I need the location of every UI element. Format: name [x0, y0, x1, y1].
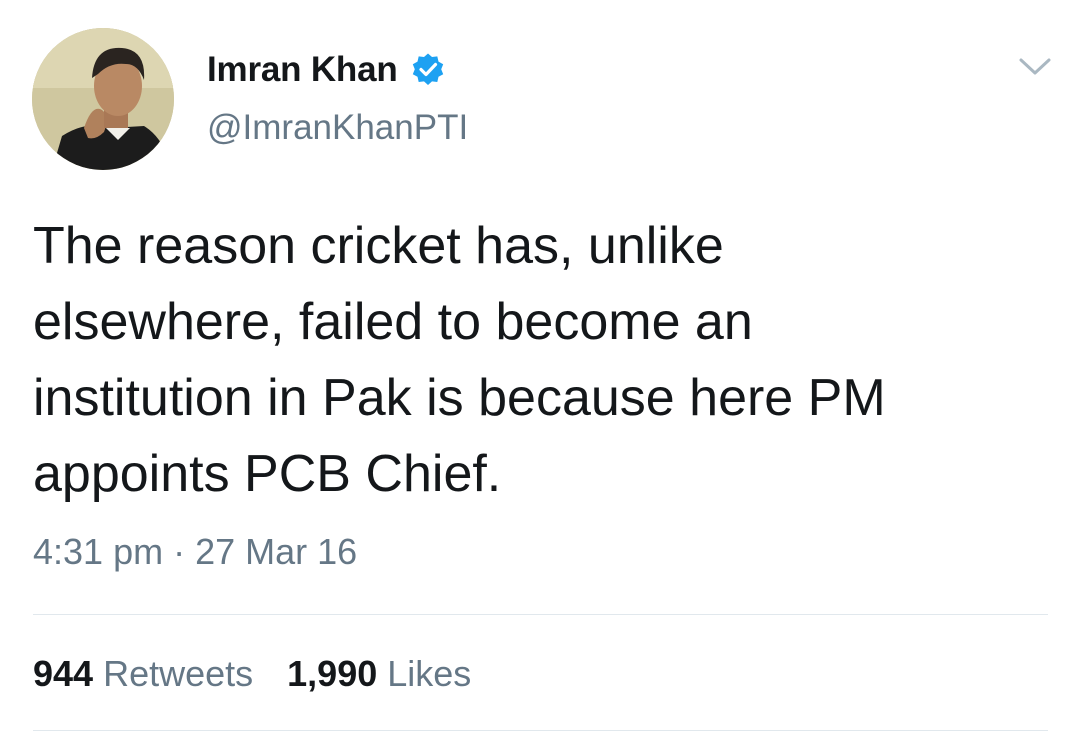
retweets-stat[interactable]: 944 Retweets: [33, 653, 253, 695]
likes-count: 1,990: [287, 653, 378, 694]
likes-label: Likes: [387, 653, 472, 694]
author-name-row: Imran Khan: [207, 50, 446, 90]
tweet-text: The reason cricket has, unlike elsewhere…: [33, 208, 1043, 512]
author-handle[interactable]: @ImranKhanPTI: [207, 108, 468, 148]
verified-badge-icon: [410, 52, 446, 88]
tweet-timestamp[interactable]: 4:31 pm · 27 Mar 16: [33, 531, 357, 573]
tweet-text-line: The reason cricket has, unlike: [33, 217, 724, 275]
tweet-text-line: appoints PCB Chief.: [33, 445, 502, 503]
divider: [33, 614, 1048, 615]
tweet-text-line: elsewhere, failed to become an: [33, 293, 753, 351]
chevron-down-icon[interactable]: [1014, 52, 1056, 80]
tweet-card: Imran Khan @ImranKhanPTI The reason cric…: [0, 0, 1078, 743]
tweet-stats: 944 Retweets 1,990 Likes: [33, 653, 471, 695]
avatar-photo: [32, 28, 174, 170]
avatar[interactable]: [32, 28, 174, 170]
likes-stat[interactable]: 1,990 Likes: [287, 653, 471, 695]
retweets-count: 944: [33, 653, 94, 694]
tweet-text-line: institution in Pak is because here PM: [33, 369, 886, 427]
divider: [33, 730, 1048, 731]
retweets-label: Retweets: [103, 653, 254, 694]
author-display-name[interactable]: Imran Khan: [207, 50, 398, 90]
